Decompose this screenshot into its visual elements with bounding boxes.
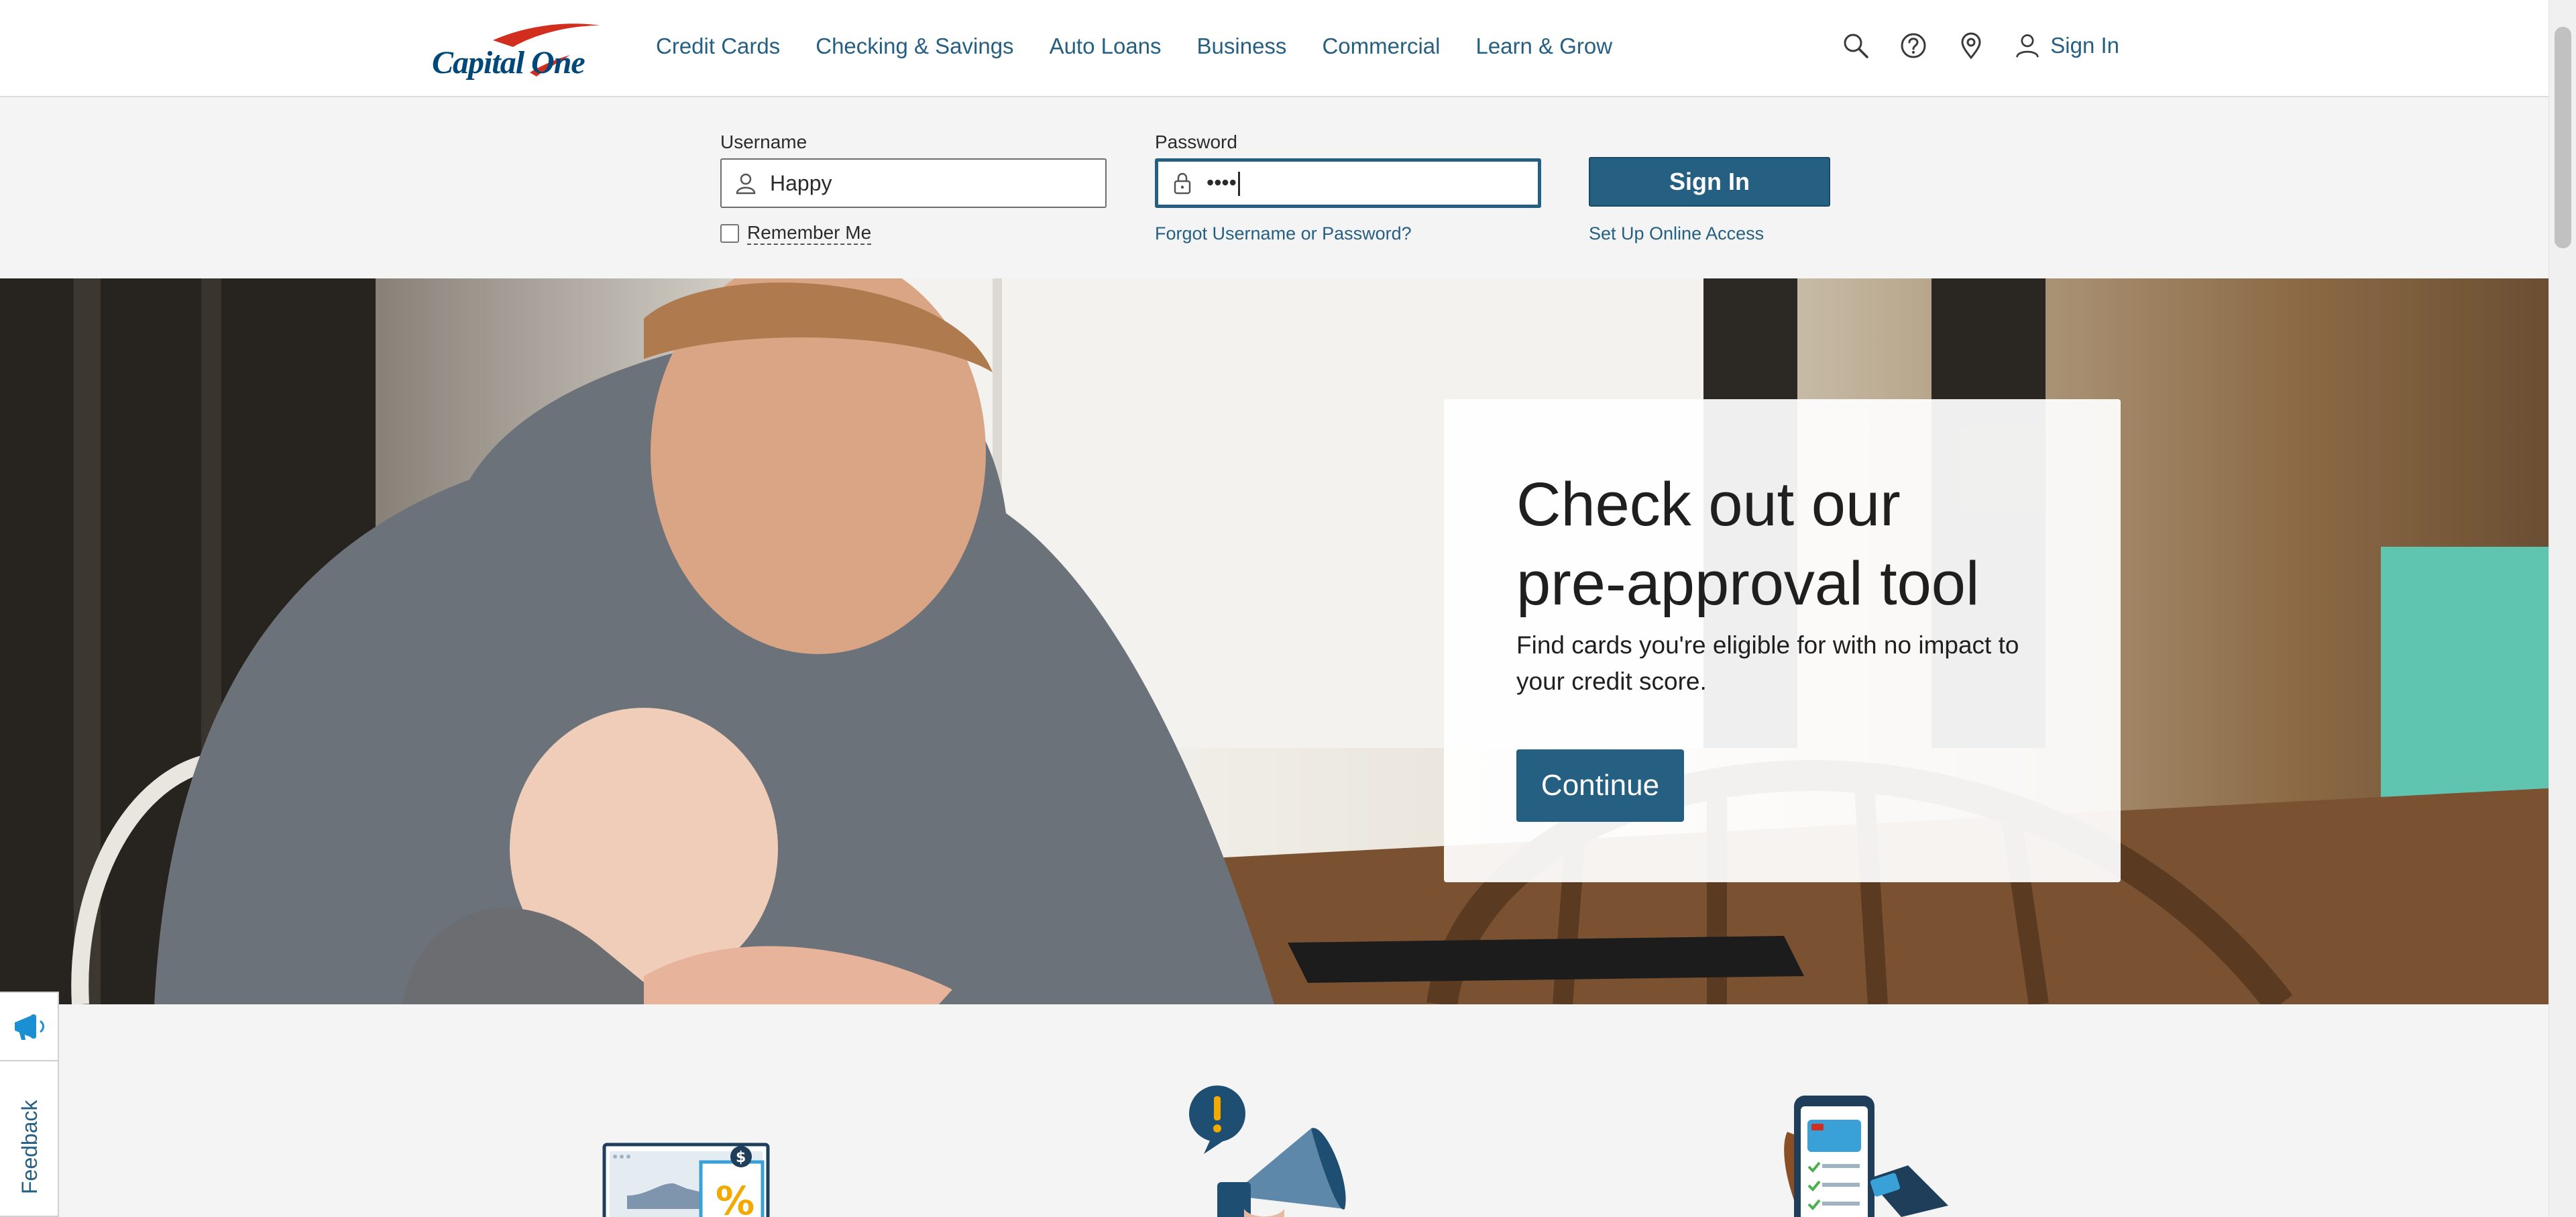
top-navigation: Capital One Credit Cards Checking & Savi… bbox=[0, 0, 2549, 97]
search-icon[interactable] bbox=[1841, 31, 1870, 60]
user-icon bbox=[2016, 34, 2039, 58]
username-value: Happy bbox=[770, 170, 832, 195]
lock-icon bbox=[1174, 172, 1191, 195]
nav-tools: Sign In bbox=[1813, 31, 2119, 60]
hero-banner: Check out our pre-approval tool Find car… bbox=[0, 278, 2549, 1004]
username-label: Username bbox=[720, 131, 807, 152]
nav-commercial[interactable]: Commercial bbox=[1322, 34, 1440, 59]
page-scrollbar[interactable] bbox=[2549, 0, 2576, 1217]
remember-me-checkbox[interactable] bbox=[720, 224, 739, 244]
header-sign-in-label: Sign In bbox=[2050, 33, 2119, 58]
megaphone-icon bbox=[15, 1014, 44, 1040]
password-field[interactable]: •••• bbox=[1155, 158, 1541, 208]
nav-checking-savings[interactable]: Checking & Savings bbox=[816, 34, 1013, 59]
megaphone-alert-illustration bbox=[1189, 1086, 1346, 1217]
promo-subtitle: Find cards you're eligible for with no i… bbox=[1516, 631, 2019, 695]
main-nav: Credit Cards Checking & Savings Auto Loa… bbox=[656, 34, 1648, 59]
promo-title: Check out our pre-approval tool bbox=[1516, 470, 1980, 618]
svg-text:%: % bbox=[716, 1178, 754, 1217]
capital-one-logo[interactable]: Capital One bbox=[429, 20, 604, 81]
text-caret bbox=[1237, 172, 1240, 197]
user-icon bbox=[736, 173, 756, 195]
password-value: •••• bbox=[1207, 170, 1240, 197]
sign-in-button[interactable]: Sign In bbox=[1589, 157, 1830, 207]
continue-button[interactable]: Continue bbox=[1516, 749, 1684, 822]
header-sign-in-link[interactable]: Sign In bbox=[2014, 32, 2119, 59]
feature-section: % $ bbox=[0, 1004, 2549, 1217]
logo-wordmark: Capital One bbox=[432, 45, 585, 81]
nav-business[interactable]: Business bbox=[1197, 34, 1287, 59]
password-label: Password bbox=[1155, 131, 1237, 152]
username-field[interactable]: Happy bbox=[720, 158, 1107, 208]
setup-online-access-link[interactable]: Set Up Online Access bbox=[1589, 223, 1764, 244]
hero-photo bbox=[0, 278, 2549, 1004]
feedback-divider bbox=[0, 1060, 59, 1061]
nav-auto-loans[interactable]: Auto Loans bbox=[1050, 34, 1162, 59]
remember-me-label[interactable]: Remember Me bbox=[747, 222, 872, 246]
feedback-tab[interactable]: Feedback bbox=[0, 992, 59, 1217]
location-pin-icon[interactable] bbox=[1956, 31, 1986, 60]
nav-learn-grow[interactable]: Learn & Grow bbox=[1475, 34, 1612, 59]
remember-me[interactable]: Remember Me bbox=[720, 222, 872, 246]
promo-card: Check out our pre-approval tool Find car… bbox=[1444, 399, 2121, 882]
help-icon[interactable] bbox=[1899, 31, 1928, 60]
forgot-credentials-link[interactable]: Forgot Username or Password? bbox=[1155, 223, 1412, 244]
phone-checklist-illustration bbox=[1784, 1096, 1948, 1217]
nav-credit-cards[interactable]: Credit Cards bbox=[656, 34, 780, 59]
feedback-label[interactable]: Feedback bbox=[17, 1100, 42, 1194]
scrollbar-thumb[interactable] bbox=[2555, 27, 2571, 248]
svg-text:$: $ bbox=[736, 1149, 746, 1166]
laptop-shoe-sale-illustration: % $ bbox=[602, 1143, 770, 1217]
